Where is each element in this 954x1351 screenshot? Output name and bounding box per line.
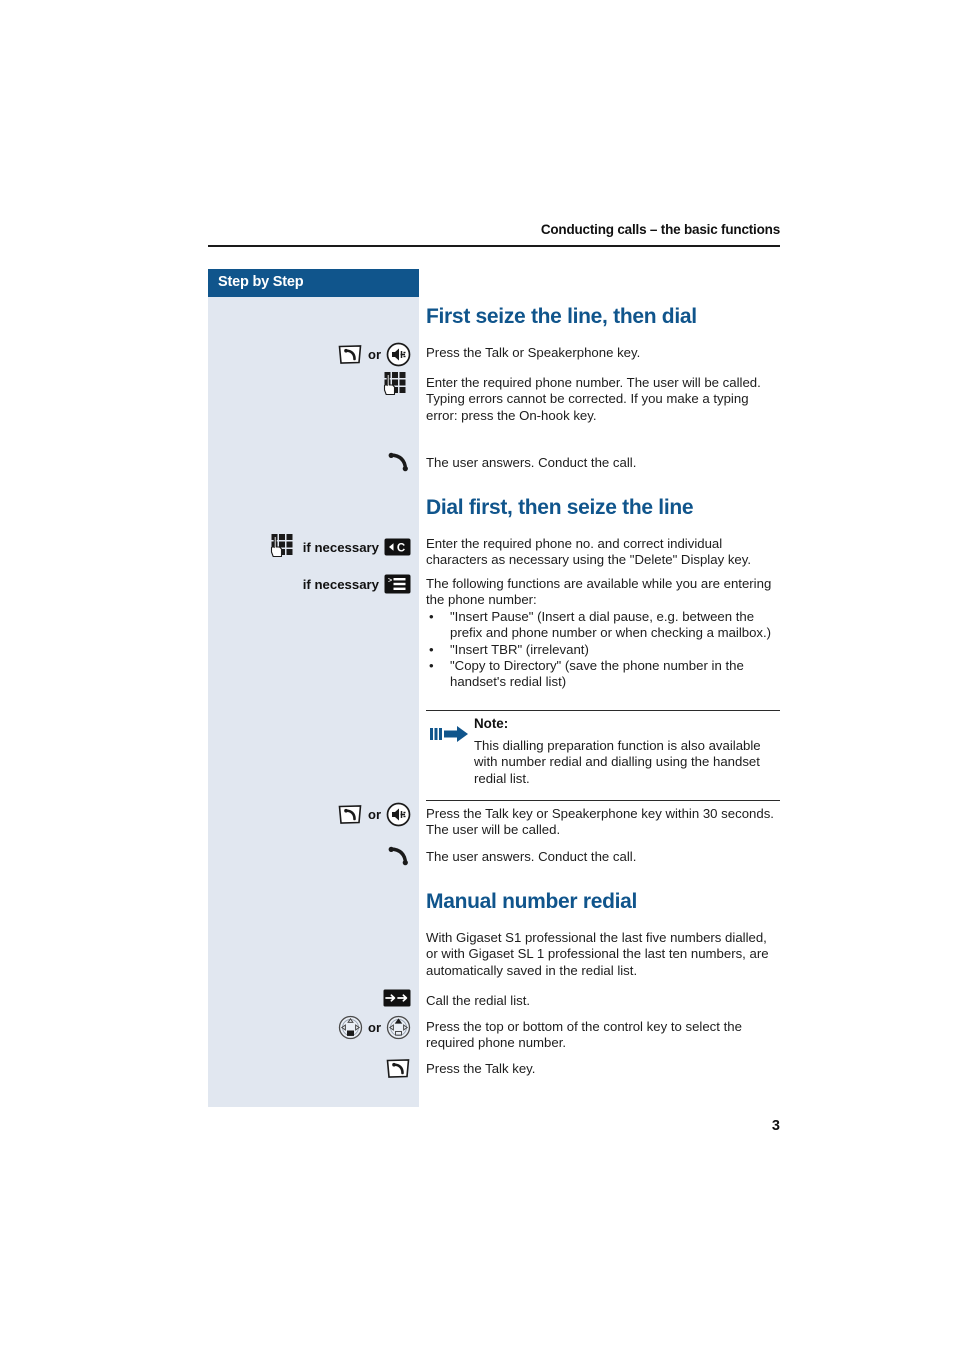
body-text-user-answers-1: The user answers. Conduct the call. (426, 455, 637, 470)
body-text-enter-and-correct: Enter the required phone no. and correct… (426, 536, 752, 568)
section-heading-dial-first: Dial first, then seize the line (426, 496, 694, 519)
speakerphone-key-icon[interactable] (386, 802, 411, 827)
gutter-label-if-necessary-2: if necessary (302, 576, 379, 592)
redial-key-icon[interactable] (383, 989, 411, 1007)
keypad-icon[interactable] (383, 371, 411, 399)
list-item-text: "Insert TBR" (irrelevant) (450, 641, 589, 657)
speakerphone-key-icon[interactable] (386, 342, 411, 367)
svg-text:>: > (388, 578, 392, 585)
note-title: Note: (474, 716, 509, 731)
keypad-icon[interactable] (270, 533, 298, 561)
sidebar-title-label: Step by Step (218, 274, 304, 290)
header-divider-rule (208, 245, 780, 247)
body-text-press-talk-within-30s: Press the Talk key or Speakerphone key w… (426, 806, 774, 838)
section-heading-manual-redial: Manual number redial (426, 890, 638, 913)
connector-or-1: or (368, 347, 381, 362)
gutter-row-control-keys: or (208, 1015, 419, 1043)
note-body-text: This dialling preparation function is al… (474, 738, 761, 786)
list-item-text: "Copy to Directory" (save the phone numb… (450, 657, 744, 690)
running-header: Conducting calls – the basic functions (540, 222, 780, 237)
body-text-press-talk-key-final: Press the Talk key. (426, 1061, 536, 1076)
gutter-row-redial-key (208, 989, 419, 1010)
body-text-following-functions: The following functions are available wh… (426, 576, 772, 608)
gutter-row-talk-or-speaker-2: or (208, 802, 419, 828)
list-item: • "Insert Pause" (Insert a dial pause, e… (426, 609, 780, 642)
body-text-call-redial-list: Call the redial list. (426, 993, 531, 1008)
bullet-glyph: • (429, 657, 434, 673)
body-text-enter-phone-number: Enter the required phone number. The use… (426, 375, 761, 423)
talk-key-icon[interactable] (337, 804, 363, 825)
connector-or-2: or (368, 807, 381, 822)
bullet-glyph: • (429, 641, 434, 657)
connector-or-3: or (368, 1020, 381, 1035)
talk-key-icon[interactable] (385, 1058, 411, 1079)
note-bottom-rule (426, 800, 780, 801)
list-item: • "Copy to Directory" (save the phone nu… (426, 658, 780, 691)
bullet-glyph: • (429, 609, 434, 624)
note-top-rule (426, 710, 780, 711)
body-text-user-answers-2: The user answers. Conduct the call. (426, 849, 637, 864)
section-heading-first-seize: First seize the line, then dial (426, 305, 697, 328)
list-item-text: "Insert Pause" (Insert a dial pause, e.g… (450, 609, 772, 641)
gutter-row-talk-key-final (208, 1058, 419, 1082)
talk-key-icon[interactable] (337, 344, 363, 365)
functions-bullet-list: • "Insert Pause" (Insert a dial pause, e… (426, 609, 780, 690)
gutter-label-if-necessary-1: if necessary (302, 539, 379, 555)
menu-display-key-icon[interactable]: > (384, 574, 411, 594)
gutter-row-keypad-entry (208, 371, 419, 402)
body-text-press-control-key: Press the top or bottom of the control k… (426, 1019, 742, 1051)
gutter-row-enter-and-delete: if necessary C (208, 533, 419, 564)
gutter-row-menu-key: if necessary > (208, 574, 419, 594)
gutter-row-user-answers-2 (208, 846, 419, 869)
gutter-row-talk-or-speaker: or (208, 342, 419, 368)
control-key-down-icon[interactable] (338, 1015, 363, 1040)
note-arrow-icon (430, 724, 470, 744)
handset-icon (387, 452, 411, 472)
body-text-press-talk-or-speaker: Press the Talk or Speakerphone key. (426, 345, 641, 360)
list-item: • "Insert TBR" (irrelevant) (426, 642, 780, 658)
page-number: 3 (771, 1118, 780, 1134)
delete-display-key-icon[interactable]: C (384, 538, 411, 556)
body-text-redial-intro: With Gigaset S1 professional the last fi… (426, 930, 769, 978)
svg-text:C: C (397, 543, 405, 555)
note-box: Note: This dialling preparation function… (426, 710, 780, 801)
control-key-up-icon[interactable] (386, 1015, 411, 1040)
document-page: Conducting calls – the basic functions S… (0, 0, 954, 1351)
handset-icon (387, 846, 411, 866)
gutter-row-user-answers-1 (208, 452, 419, 475)
